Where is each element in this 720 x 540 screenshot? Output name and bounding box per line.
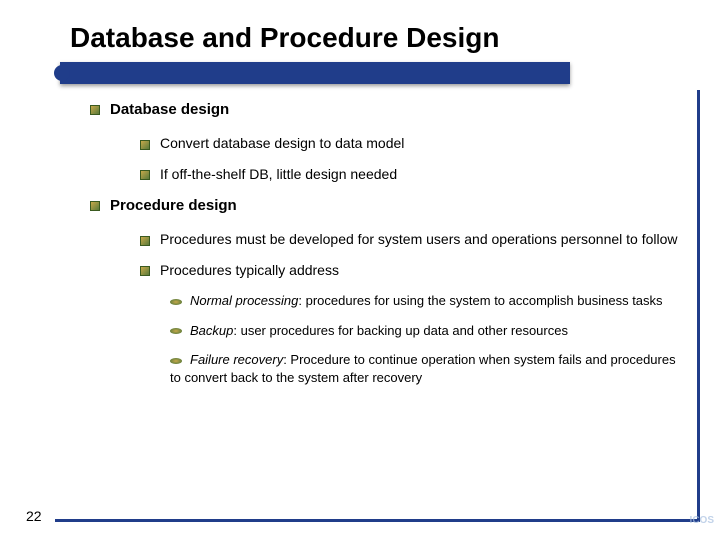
- slide-body: Database design Convert database design …: [90, 100, 680, 398]
- bullet-level3: Backup: user procedures for backing up d…: [170, 322, 680, 340]
- bullet-level2: If off-the-shelf DB, little design neede…: [140, 165, 680, 184]
- bullet-emphasis: Failure recovery: [190, 352, 283, 367]
- bullet-text: Procedures must be developed for system …: [160, 231, 678, 247]
- bullet-text: Procedures typically address: [160, 262, 339, 278]
- bullet-level2: Convert database design to data model: [140, 134, 680, 153]
- bullet-level2: Procedures typically address: [140, 261, 680, 280]
- bullet-text: Procedure design: [110, 197, 237, 214]
- bullet-text: Database design: [110, 101, 229, 118]
- bullet-emphasis: Normal processing: [190, 293, 298, 308]
- bullet-level3: Failure recovery: Procedure to continue …: [170, 351, 680, 386]
- bullet-level2: Procedures must be developed for system …: [140, 230, 680, 249]
- bullet-level1: Database design: [90, 100, 680, 120]
- slide: Database and Procedure Design Database d…: [0, 0, 720, 540]
- slide-title: Database and Procedure Design: [70, 22, 499, 54]
- page-number: 22: [26, 508, 42, 524]
- title-underline-bar: [60, 62, 570, 84]
- bullet-text: If off-the-shelf DB, little design neede…: [160, 166, 397, 182]
- bullet-text: : procedures for using the system to acc…: [298, 293, 662, 308]
- bullet-level3: Normal processing: procedures for using …: [170, 292, 680, 310]
- bullet-level1: Procedure design: [90, 196, 680, 216]
- bullet-text: Convert database design to data model: [160, 135, 404, 151]
- bullet-emphasis: Backup: [190, 323, 233, 338]
- bullet-text: : user procedures for backing up data an…: [233, 323, 568, 338]
- watermark-logo: ICOS: [690, 516, 714, 526]
